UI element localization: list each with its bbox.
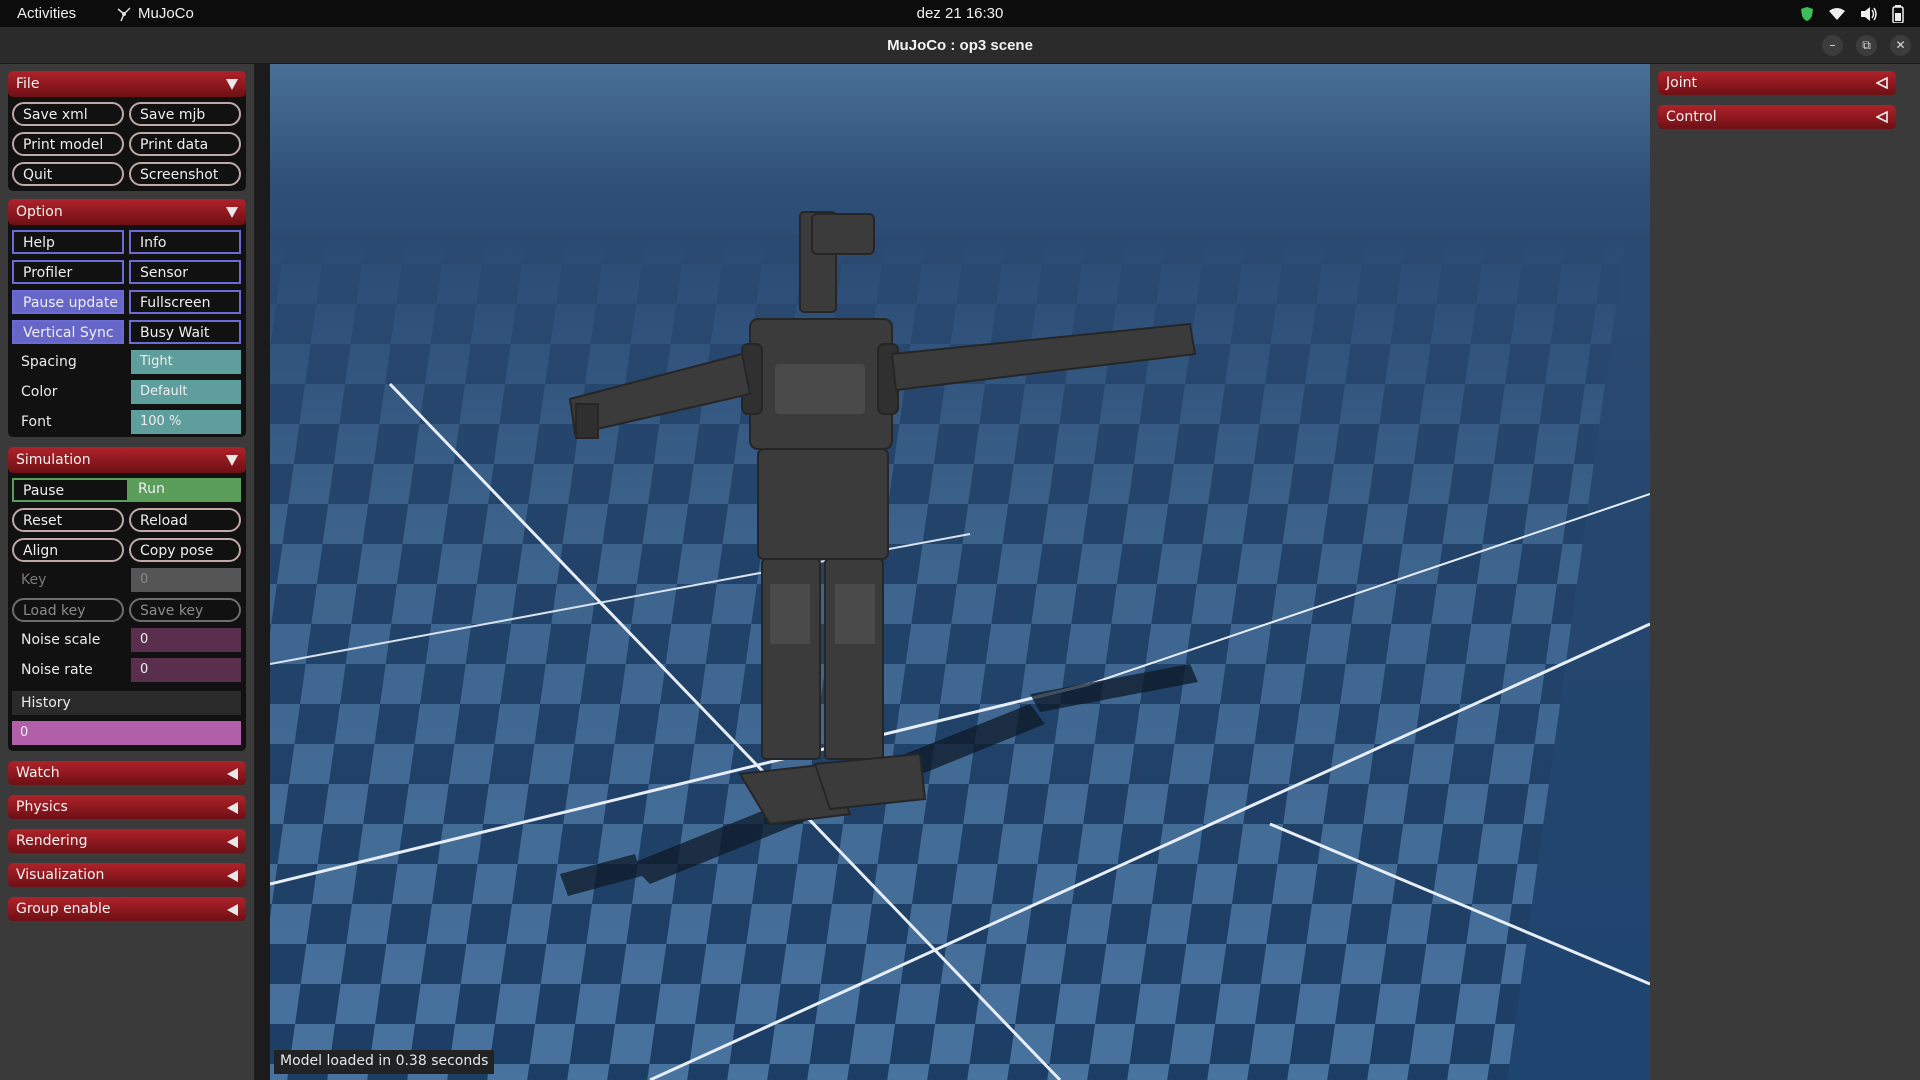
group-enable-section-header[interactable]: Group enable: [8, 897, 246, 921]
physics-header-label: Physics: [16, 799, 68, 815]
shield-icon: [1801, 7, 1813, 21]
font-select[interactable]: 100 %: [131, 410, 241, 434]
history-label: History: [12, 691, 241, 715]
group-enable-header-label: Group enable: [16, 901, 111, 917]
joint-section-header[interactable]: Joint: [1658, 71, 1896, 95]
minimize-button[interactable]: –: [1822, 35, 1843, 56]
rendering-section: Rendering: [8, 829, 246, 853]
close-button[interactable]: ✕: [1890, 35, 1911, 56]
close-icon: ✕: [1895, 38, 1906, 52]
noise-scale-input[interactable]: 0: [131, 628, 241, 652]
system-top-bar: Activities MuJoCo dez 21 16:30: [0, 0, 1920, 27]
physics-section: Physics: [8, 795, 246, 819]
key-label: Key: [21, 572, 47, 588]
3d-viewport[interactable]: [270, 64, 1650, 1080]
color-label: Color: [21, 384, 58, 400]
collapsed-arrow-icon: [227, 870, 238, 882]
joint-header-label: Joint: [1666, 75, 1697, 91]
right-ui-panel: [1650, 64, 1920, 1080]
save-mjb-button[interactable]: Save mjb: [129, 102, 241, 126]
color-select[interactable]: Default: [131, 380, 241, 404]
reset-button[interactable]: Reset: [12, 508, 124, 532]
spacing-label: Spacing: [21, 354, 77, 370]
watch-section-header[interactable]: Watch: [8, 761, 246, 785]
file-header-label: File: [16, 76, 40, 92]
window-title: MuJoCo : op3 scene: [887, 37, 1033, 54]
visualization-section: Visualization: [8, 863, 246, 887]
wifi-icon: [1829, 8, 1845, 20]
load-key-button[interactable]: Load key: [12, 598, 124, 622]
noise-rate-input[interactable]: 0: [131, 658, 241, 682]
visualization-header-label: Visualization: [16, 867, 105, 883]
joint-section: Joint: [1658, 71, 1896, 95]
volume-icon: [1861, 7, 1877, 21]
expanded-arrow-icon: [226, 79, 238, 90]
run-radio[interactable]: Run: [129, 478, 241, 502]
restore-icon: ⧉: [1862, 38, 1871, 52]
simulation-section: Simulation Pause Run Reset Reload Align …: [8, 447, 246, 751]
copy-pose-button[interactable]: Copy pose: [129, 538, 241, 562]
profiler-toggle[interactable]: Profiler: [12, 260, 124, 284]
sensor-toggle[interactable]: Sensor: [129, 260, 241, 284]
noise-scale-label: Noise scale: [21, 632, 101, 648]
watch-header-label: Watch: [16, 765, 60, 781]
quit-button[interactable]: Quit: [12, 162, 124, 186]
collapsed-arrow-icon: [1876, 77, 1888, 89]
scene-render: [270, 64, 1650, 1080]
pause-update-toggle[interactable]: Pause update: [12, 290, 124, 314]
print-model-button[interactable]: Print model: [12, 132, 124, 156]
window-title-bar: MuJoCo : op3 scene – ⧉ ✕: [0, 27, 1920, 64]
save-xml-button[interactable]: Save xml: [12, 102, 124, 126]
rendering-section-header[interactable]: Rendering: [8, 829, 246, 853]
reload-button[interactable]: Reload: [129, 508, 241, 532]
screenshot-button[interactable]: Screenshot: [129, 162, 241, 186]
maximize-button[interactable]: ⧉: [1856, 35, 1877, 56]
visualization-section-header[interactable]: Visualization: [8, 863, 246, 887]
battery-icon: [1892, 5, 1904, 23]
collapsed-arrow-icon: [1876, 111, 1888, 123]
font-label: Font: [21, 414, 52, 430]
expanded-arrow-icon: [226, 207, 238, 218]
collapsed-arrow-icon: [227, 802, 238, 814]
simulation-section-header[interactable]: Simulation: [8, 447, 246, 473]
info-toggle[interactable]: Info: [129, 230, 241, 254]
physics-section-header[interactable]: Physics: [8, 795, 246, 819]
option-section-header[interactable]: Option: [8, 199, 246, 225]
status-overlay: Model loaded in 0.38 seconds: [274, 1050, 495, 1074]
control-header-label: Control: [1666, 109, 1717, 125]
clock[interactable]: dez 21 16:30: [0, 5, 1920, 22]
group-enable-section: Group enable: [8, 897, 246, 921]
key-slider[interactable]: 0: [131, 568, 241, 592]
history-slider[interactable]: 0: [12, 721, 241, 745]
spacing-select[interactable]: Tight: [131, 350, 241, 374]
minimize-icon: –: [1829, 38, 1836, 52]
system-tray[interactable]: [1800, 5, 1904, 23]
rendering-header-label: Rendering: [16, 833, 88, 849]
watch-section: Watch: [8, 761, 246, 785]
busy-wait-toggle[interactable]: Busy Wait: [129, 320, 241, 344]
control-section: Control: [1658, 105, 1896, 129]
expanded-arrow-icon: [226, 455, 238, 466]
save-key-button[interactable]: Save key: [129, 598, 241, 622]
collapsed-arrow-icon: [227, 904, 238, 916]
file-section: File Save xml Save mjb Print model Print…: [8, 71, 246, 191]
collapsed-arrow-icon: [227, 768, 238, 780]
print-data-button[interactable]: Print data: [129, 132, 241, 156]
noise-rate-label: Noise rate: [21, 662, 93, 678]
help-toggle[interactable]: Help: [12, 230, 124, 254]
pause-radio[interactable]: Pause: [12, 478, 129, 502]
file-section-header[interactable]: File: [8, 71, 246, 97]
align-button[interactable]: Align: [12, 538, 124, 562]
vertical-sync-toggle[interactable]: Vertical Sync: [12, 320, 124, 344]
option-section: Option Help Info Profiler Sensor Pause u…: [8, 199, 246, 437]
fullscreen-toggle[interactable]: Fullscreen: [129, 290, 241, 314]
collapsed-arrow-icon: [227, 836, 238, 848]
option-header-label: Option: [16, 204, 63, 220]
control-section-header[interactable]: Control: [1658, 105, 1896, 129]
simulation-header-label: Simulation: [16, 452, 91, 468]
